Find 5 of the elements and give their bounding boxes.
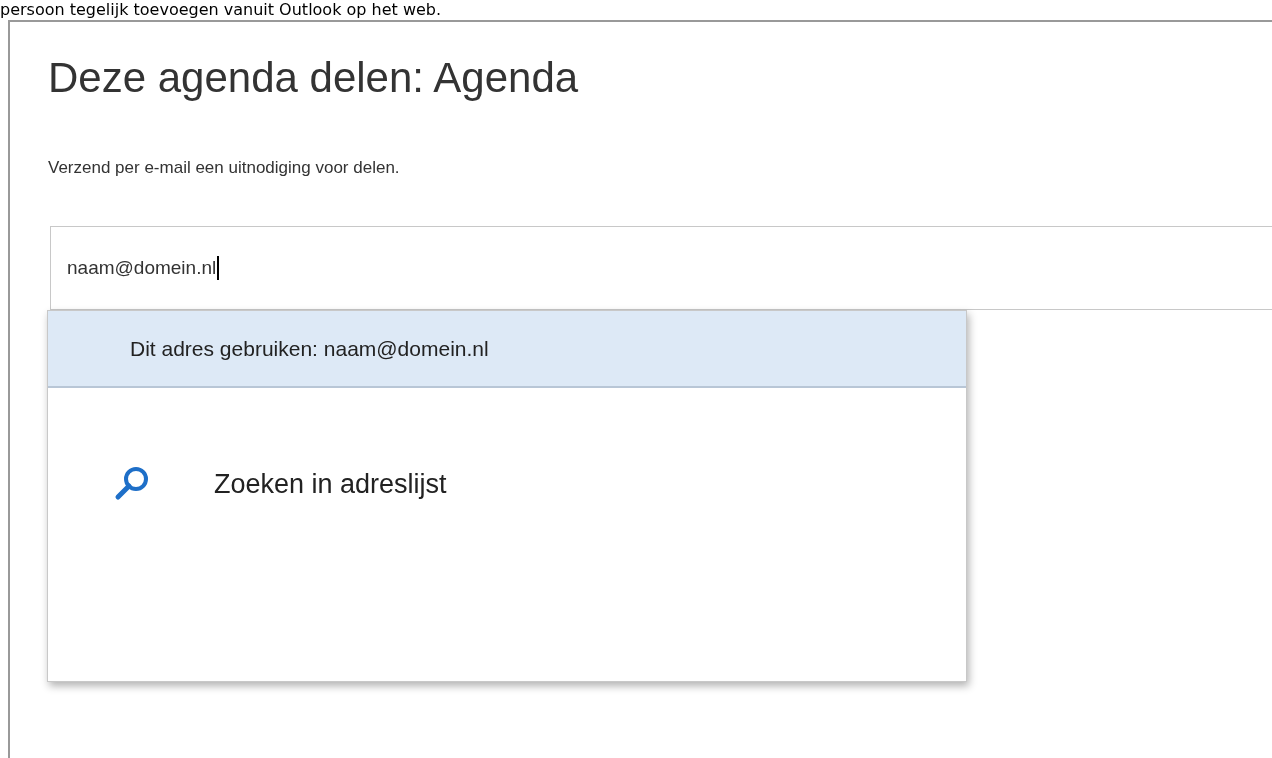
instruction-text: Verzend per e-mail een uitnodiging voor delen.: [48, 158, 401, 178]
suggestion-item[interactable]: Zoeken in adreslijst: [48, 388, 966, 588]
dialog-title: Deze agenda delen: Agenda: [48, 53, 580, 102]
caption-text: persoon tegelijk toevoegen vanuit Outlook op het web.: [0, 0, 442, 19]
suggestion-item[interactable]: Dit adres gebruiken: naam@domein.nl: [48, 311, 966, 388]
